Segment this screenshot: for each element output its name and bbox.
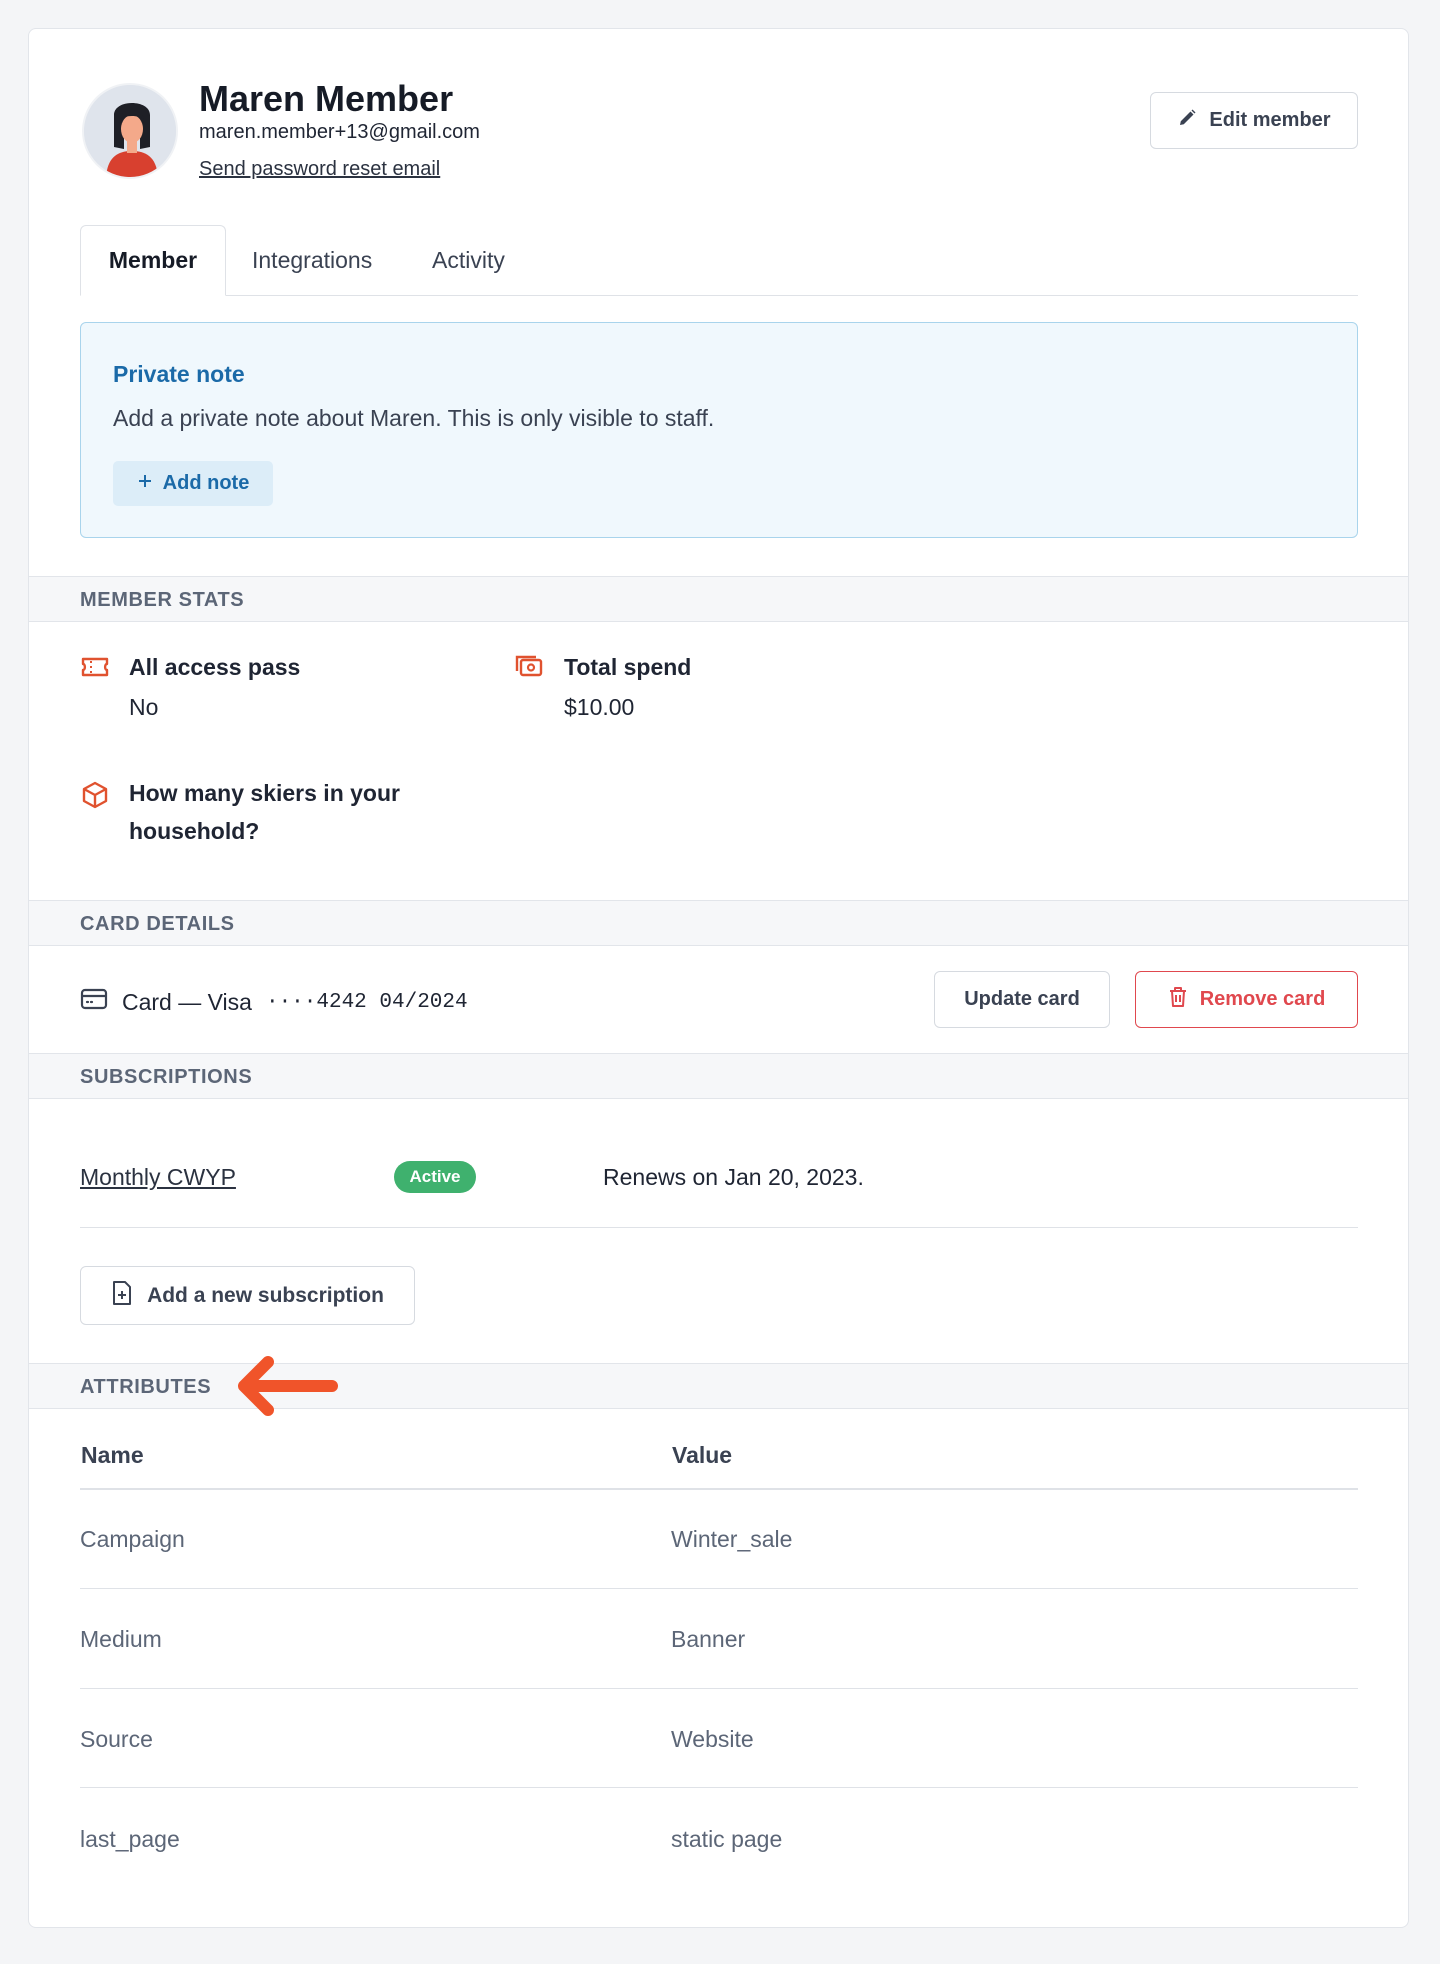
attribute-value: Winter_sale xyxy=(671,1526,793,1552)
credit-card-icon xyxy=(80,988,108,1016)
row-divider xyxy=(80,1588,1358,1589)
renews-prefix: Renews on xyxy=(603,1164,725,1190)
row-divider xyxy=(80,1787,1358,1788)
remove-card-label: Remove card xyxy=(1199,988,1326,1010)
card-info: Card — Visa ····4242 04/2024 xyxy=(80,988,468,1016)
total-spend-label: Total spend xyxy=(564,654,692,680)
total-spend-value: $10.00 xyxy=(564,694,635,720)
trash-icon xyxy=(1168,986,1188,1014)
tab-member[interactable]: Member xyxy=(80,225,226,296)
edit-member-button[interactable]: Edit member xyxy=(1150,92,1358,149)
member-stats-header: MEMBER STATS xyxy=(29,576,1408,622)
attribute-value: Banner xyxy=(671,1626,746,1652)
add-subscription-label: Add a new subscription xyxy=(147,1283,384,1307)
subscriptions-heading: SUBSCRIPTIONS xyxy=(80,1066,253,1088)
table-header-divider xyxy=(80,1488,1358,1490)
add-subscription-button[interactable]: Add a new subscription xyxy=(80,1266,415,1325)
add-note-label: Add note xyxy=(162,472,250,494)
tab-integrations[interactable]: Integrations xyxy=(252,225,372,296)
private-note-box: Private note Add a private note about Ma… xyxy=(80,322,1358,538)
send-password-reset-link[interactable]: Send password reset email xyxy=(199,158,440,181)
renews-date: Jan 20, 2023. xyxy=(724,1164,864,1190)
avatar xyxy=(82,83,178,179)
all-access-pass-label: All access pass xyxy=(129,654,301,680)
attribute-name: Source xyxy=(80,1726,153,1752)
status-badge: Active xyxy=(394,1161,476,1193)
row-divider xyxy=(80,1688,1358,1689)
add-note-button[interactable]: Add note xyxy=(113,461,273,506)
ticket-icon xyxy=(80,652,110,682)
attribute-name: Campaign xyxy=(80,1526,185,1552)
column-header-value: Value xyxy=(672,1442,733,1468)
page-background xyxy=(0,1928,1440,1964)
card-number-expiry: ····4242 04/2024 xyxy=(265,990,468,1014)
attribute-name: Medium xyxy=(80,1626,162,1652)
attribute-value: static page xyxy=(671,1826,783,1852)
member-name: Maren Member xyxy=(199,78,454,119)
subscription-divider xyxy=(80,1227,1358,1228)
subscription-link[interactable]: Monthly CWYP xyxy=(80,1164,236,1191)
attribute-name: last_page xyxy=(80,1826,180,1852)
column-header-name: Name xyxy=(81,1442,144,1468)
document-plus-icon xyxy=(111,1280,133,1312)
member-email: maren.member+13@gmail.com xyxy=(199,121,480,143)
private-note-title: Private note xyxy=(113,361,245,387)
tab-activity[interactable]: Activity xyxy=(432,225,505,296)
all-access-pass-value: No xyxy=(129,694,159,720)
attribute-value: Website xyxy=(671,1726,754,1752)
subscriptions-header: SUBSCRIPTIONS xyxy=(29,1053,1408,1099)
update-card-button[interactable]: Update card xyxy=(934,971,1110,1028)
private-note-description: Add a private note about Maren. This is … xyxy=(113,405,715,431)
pencil-icon xyxy=(1177,108,1197,134)
remove-card-button[interactable]: Remove card xyxy=(1135,971,1358,1028)
card-details-header: CARD DETAILS xyxy=(29,900,1408,946)
edit-member-label: Edit member xyxy=(1209,109,1331,131)
card-details-heading: CARD DETAILS xyxy=(80,913,235,935)
renewal-info: Renews on Jan 20, 2023. xyxy=(603,1164,864,1191)
skiers-household-label: How many skiers in your household? xyxy=(129,780,400,844)
arrow-left-icon xyxy=(232,1348,338,1424)
box-icon xyxy=(80,780,110,810)
member-stats-heading: MEMBER STATS xyxy=(80,589,245,611)
money-icon xyxy=(514,652,544,682)
card-brand-label: Card — Visa xyxy=(122,988,252,1015)
attributes-heading: ATTRIBUTES xyxy=(80,1376,212,1398)
plus-icon xyxy=(137,472,153,495)
